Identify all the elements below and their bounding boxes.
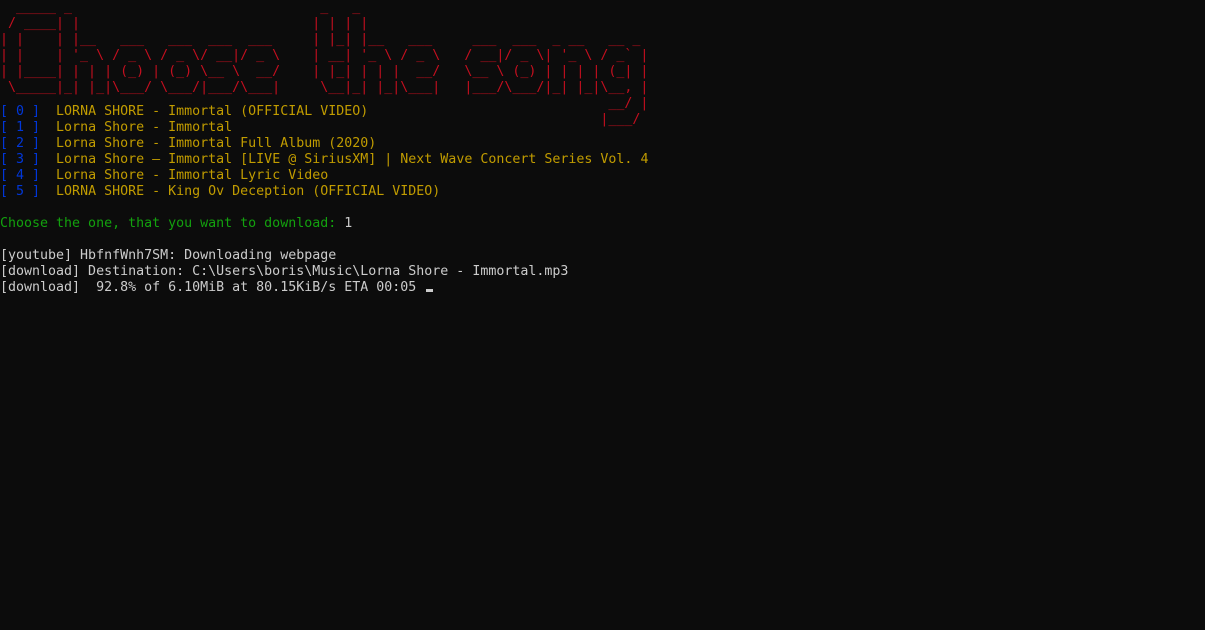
song-title: Lorna Shore - Immortal Full Album (2020) — [56, 136, 377, 151]
log-line: [download] Destination: C:\Users\boris\M… — [0, 264, 569, 279]
prompt-answer[interactable]: 1 — [344, 216, 352, 231]
song-title: LORNA SHORE - Immortal (OFFICIAL VIDEO) — [56, 104, 369, 119]
song-index: [ 5 ] — [0, 184, 41, 199]
song-option: [ 1 ] Lorna Shore - Immortal — [0, 120, 232, 136]
log-line: [youtube] HbfnfWnh7SM: Downloading webpa… — [0, 248, 337, 263]
song-option: [ 5 ] LORNA SHORE - King Ov Deception (O… — [0, 184, 440, 200]
song-index: [ 4 ] — [0, 168, 41, 183]
song-option: [ 3 ] Lorna Shore — Immortal [LIVE @ Sir… — [0, 152, 648, 168]
song-title: Lorna Shore - Immortal — [56, 120, 233, 135]
progress-text: [download] 92.8% of 6.10MiB at 80.15KiB/… — [0, 280, 417, 295]
song-option: [ 4 ] Lorna Shore - Immortal Lyric Video — [0, 168, 328, 184]
song-option: [ 0 ] LORNA SHORE - Immortal (OFFICIAL V… — [0, 104, 368, 120]
song-index: [ 0 ] — [0, 104, 41, 119]
song-title: Lorna Shore — Immortal [LIVE @ SiriusXM]… — [56, 152, 649, 167]
song-option: [ 2 ] Lorna Shore - Immortal Full Album … — [0, 136, 376, 152]
progress-line: [download] 92.8% of 6.10MiB at 80.15KiB/… — [0, 280, 434, 296]
prompt-question: Choose the one, that you want to downloa… — [0, 216, 345, 231]
text-cursor — [426, 289, 434, 292]
song-index: [ 3 ] — [0, 152, 41, 167]
song-index: [ 2 ] — [0, 136, 41, 151]
song-title: Lorna Shore - Immortal Lyric Video — [56, 168, 329, 183]
terminal-window[interactable]: _____ _ _ _ / ____| | | | | | | | | |__ … — [0, 0, 1205, 630]
song-title: LORNA SHORE - King Ov Deception (OFFICIA… — [56, 184, 441, 199]
download-prompt[interactable]: Choose the one, that you want to downloa… — [0, 216, 352, 232]
song-index: [ 1 ] — [0, 120, 41, 135]
